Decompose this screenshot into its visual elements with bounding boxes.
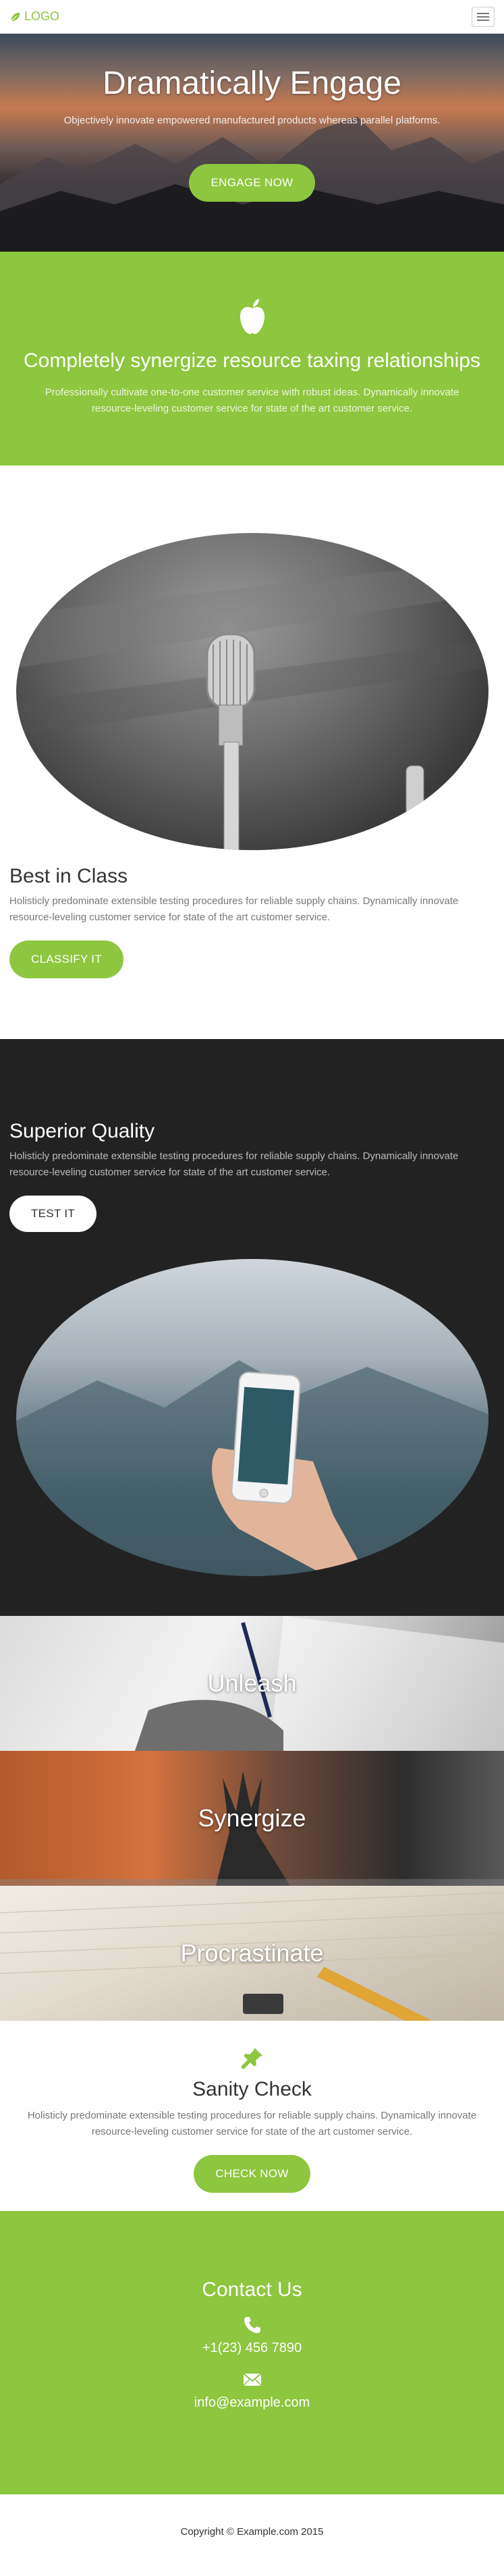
sanity-check-section: Sanity Check Holisticly predominate exte…: [0, 2021, 504, 2211]
contact-title: Contact Us: [202, 2278, 302, 2301]
feature-title: Completely synergize resource taxing rel…: [24, 349, 480, 372]
synergize-banner-title: Synergize: [198, 1804, 306, 1832]
synergize-banner[interactable]: Synergize: [0, 1751, 504, 1886]
copyright-text: Copyright © Example.com 2015: [180, 2525, 324, 2538]
logo-text: LOGO: [24, 9, 60, 23]
footer: Copyright © Example.com 2015: [0, 2494, 504, 2562]
microphone-image: [16, 533, 488, 850]
procrastinate-banner[interactable]: Procrastinate: [0, 1886, 504, 2021]
procrastinate-banner-title: Procrastinate: [180, 1939, 324, 1967]
phone-icon: [244, 2317, 260, 2333]
pushpin-icon: [241, 2048, 262, 2069]
contact-phone[interactable]: +1(23) 456 7890: [0, 2341, 504, 2356]
hamburger-menu-button[interactable]: [472, 6, 495, 27]
superior-quality-section: Superior Quality Holisticly predominate …: [0, 1039, 504, 1616]
contact-email[interactable]: info@example.com: [0, 2395, 504, 2411]
test-it-button[interactable]: TEST IT: [9, 1196, 97, 1232]
sanity-check-title: Sanity Check: [192, 2078, 312, 2100]
superior-quality-title: Superior Quality: [9, 1120, 155, 1142]
envelope-icon: [242, 2373, 262, 2386]
navbar: LOGO: [0, 0, 504, 34]
feature-text: Professionally cultivate one-to-one cust…: [45, 387, 459, 414]
feature-section: Completely synergize resource taxing rel…: [0, 252, 504, 466]
check-now-button[interactable]: CHECK NOW: [194, 2155, 310, 2193]
leaf-icon: [11, 12, 20, 22]
engage-now-button[interactable]: ENGAGE NOW: [189, 164, 315, 202]
hero-section: Dramatically Engage Objectively innovate…: [0, 34, 504, 252]
best-in-class-section: Best in Class Holisticly predominate ext…: [0, 466, 504, 1039]
sanity-check-text: Holisticly predominate extensible testin…: [27, 2110, 477, 2137]
hero-title: Dramatically Engage: [103, 65, 401, 101]
unleash-banner[interactable]: Unleash: [0, 1616, 504, 1751]
phone-in-hand-image: [16, 1259, 488, 1576]
superior-quality-text: Holisticly predominate extensible testin…: [9, 1150, 459, 1178]
contact-section: Contact Us +1(23) 456 7890 info@example.…: [0, 2211, 504, 2494]
logo[interactable]: LOGO: [9, 9, 59, 24]
apple-icon: [240, 299, 264, 334]
unleash-banner-title: Unleash: [207, 1669, 297, 1697]
hamburger-icon: [477, 12, 489, 14]
best-in-class-title: Best in Class: [9, 865, 128, 887]
hero-subtitle: Objectively innovate empowered manufactu…: [63, 115, 441, 126]
best-in-class-text: Holisticly predominate extensible testin…: [9, 895, 459, 923]
classify-it-button[interactable]: CLASSIFY IT: [9, 941, 124, 978]
